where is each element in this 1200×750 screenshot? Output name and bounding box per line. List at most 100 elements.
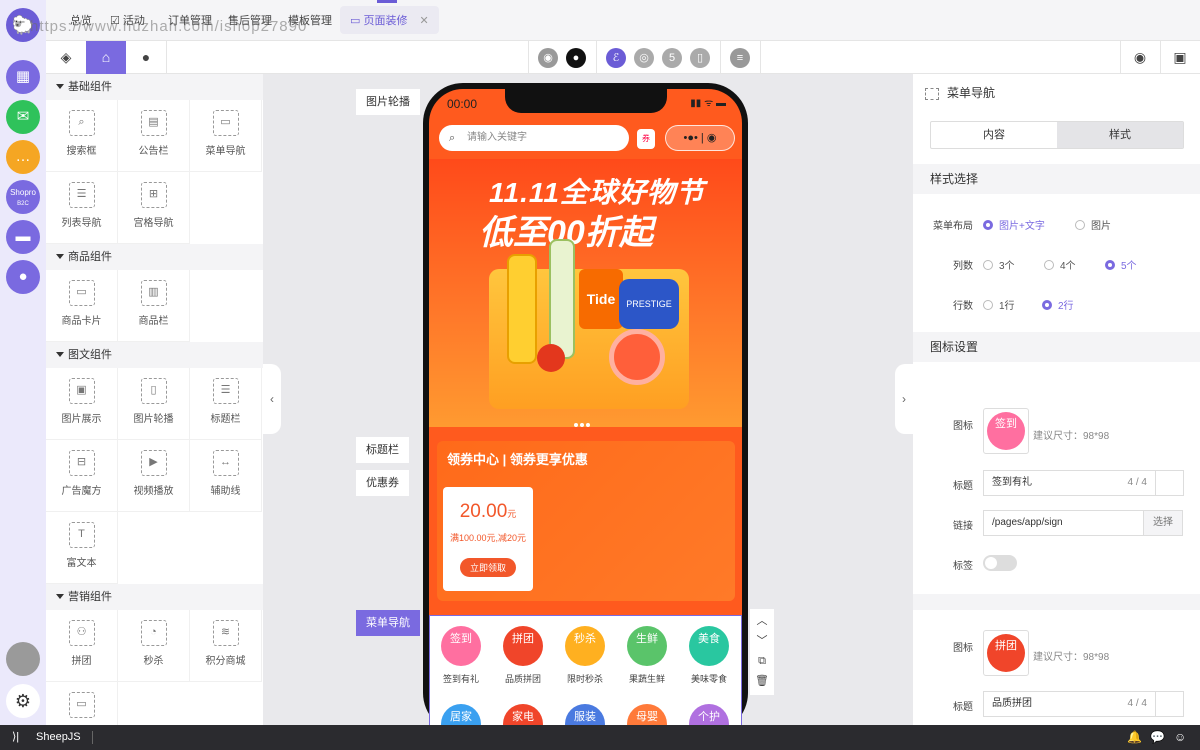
user-icon[interactable]: ● <box>6 260 40 294</box>
comp-ad-cube[interactable]: ⊟ 广告魔方 <box>46 440 118 512</box>
menu-icon[interactable]: ≡ <box>730 48 750 68</box>
tomato-image <box>537 344 565 372</box>
tag-toggle[interactable] <box>983 555 1017 571</box>
coupon-icon[interactable]: 券 <box>637 129 655 149</box>
comp-points-mall[interactable]: ≋ 积分商城 <box>190 610 262 682</box>
tab-page-decoration[interactable]: ▭ 页面装修 ✕ <box>340 6 439 34</box>
component-panel: 基础组件 ⌕ 搜索框 ▤ 公告栏 ▭ 菜单导航 ☰ 列表导航 ⊞ 宫格导航 商品组件 ▭ 商… <box>46 74 263 725</box>
size-hint: 建议尺寸：98*98 <box>1033 652 1110 663</box>
comp-grid-nav[interactable]: ⊞ 宫格导航 <box>118 172 190 244</box>
menu-item[interactable]: 拼团 品质拼团 <box>498 626 548 685</box>
tag-menu[interactable]: 菜单导航 <box>356 610 420 636</box>
comp-title-bar[interactable]: ☰ 标题栏 <box>190 368 262 440</box>
banner[interactable]: 11.11全球好物节 低至00折起 Tide PRESTIGE <box>429 159 742 427</box>
icon-upload[interactable]: 签到 <box>983 408 1029 454</box>
chat-icon[interactable]: … <box>6 140 40 174</box>
avatar[interactable] <box>6 642 40 676</box>
comp-list-nav[interactable]: ☰ 列表导航 <box>46 172 118 244</box>
trash-icon[interactable]: 🗑 <box>750 671 774 691</box>
copy-icon[interactable]: ⧉ <box>750 651 774 671</box>
group-goods[interactable]: 商品组件 <box>46 244 263 270</box>
apps-icon[interactable]: ▦ <box>6 60 40 94</box>
gear-icon[interactable]: ⚙ <box>6 684 40 718</box>
comp-coupon[interactable]: ▭ <box>46 682 118 725</box>
move-down-icon[interactable]: ﹀ <box>750 631 774 651</box>
comp-image[interactable]: ▣ 图片展示 <box>46 368 118 440</box>
android-icon[interactable]: ◉ <box>538 48 558 68</box>
status-icons: ▮▮ ᯤ ▬ <box>690 98 726 109</box>
apple-icon[interactable]: ● <box>566 48 586 68</box>
comp-groupon[interactable]: ⚇ 拼团 <box>46 610 118 682</box>
mobile-icon[interactable]: ▯ <box>690 48 710 68</box>
layout-option-imgtext[interactable]: 图片+文字 <box>983 217 1045 232</box>
cols-option-5[interactable]: 5个 <box>1105 257 1137 272</box>
select-button[interactable]: 选择 <box>1143 510 1183 536</box>
comp-menu-nav[interactable]: ▭ 菜单导航 <box>190 100 262 172</box>
rows-option-1[interactable]: 1行 <box>983 297 1015 312</box>
move-up-icon[interactable]: ︿ <box>750 611 774 631</box>
bell-icon[interactable]: 🔔 <box>1127 725 1142 750</box>
miniprogram-icon[interactable]: ℰ <box>606 48 626 68</box>
comp-notice[interactable]: ▤ 公告栏 <box>118 100 190 172</box>
claim-button[interactable]: 立即领取 <box>459 558 516 577</box>
group-basic[interactable]: 基础组件 <box>46 74 263 100</box>
search-icon: ⌕ <box>449 132 456 144</box>
cols-option-4[interactable]: 4个 <box>1044 257 1076 272</box>
tag-title[interactable]: 标题栏 <box>356 437 409 463</box>
link-field[interactable]: /pages/app/sign <box>983 510 1144 536</box>
coupon-card[interactable]: 20.00元 满100.00元,减20元 立即领取 <box>443 487 533 591</box>
rows-option-2[interactable]: 2行 <box>1042 297 1074 312</box>
layout-option-img[interactable]: 图片 <box>1075 217 1111 232</box>
miniprogram-capsule[interactable]: •●• | ◉ <box>665 125 735 151</box>
menu-item[interactable]: 秒杀 限时秒杀 <box>560 626 610 685</box>
title-field[interactable]: 品质拼团 4 / 4 <box>983 691 1184 717</box>
chevron-right-icon[interactable]: › <box>895 364 913 434</box>
layers-icon[interactable]: ◈ <box>46 41 86 74</box>
group-marketing[interactable]: 营销组件 <box>46 584 263 610</box>
folder-icon[interactable]: ▬ <box>6 220 40 254</box>
title-label: 标题 <box>953 702 973 713</box>
group-media[interactable]: 图文组件 <box>46 342 263 368</box>
icon-upload[interactable]: 拼团 <box>983 630 1029 676</box>
search-input[interactable]: ⌕ 请输入关键字 <box>439 125 629 151</box>
title-field[interactable]: 签到有礼 4 / 4 <box>983 470 1184 496</box>
video-icon: ▶ <box>140 450 167 476</box>
menu-item[interactable]: 美食 美味零食 <box>684 626 734 685</box>
wechat-mp-icon[interactable]: ◎ <box>634 48 654 68</box>
eye-icon[interactable]: ◉ <box>1120 41 1160 74</box>
save-icon[interactable]: ▣ <box>1160 41 1200 74</box>
menu-item[interactable]: 生鲜 果蔬生鲜 <box>622 626 672 685</box>
cube-icon: ⊟ <box>68 450 95 476</box>
wechat-icon[interactable]: ✉ <box>6 100 40 134</box>
comp-carousel[interactable]: ▯ 图片轮播 <box>118 368 190 440</box>
comp-search[interactable]: ⌕ 搜索框 <box>46 100 118 172</box>
comp-richtext[interactable]: T 富文本 <box>46 512 118 584</box>
coupon-title: 领券中心 | 领券更享优惠 <box>447 452 588 467</box>
comp-goods-card[interactable]: ▭ 商品卡片 <box>46 270 118 342</box>
terminal-icon[interactable]: ⟩| <box>12 725 19 750</box>
tab-content[interactable]: 内容 <box>931 122 1057 148</box>
h5-icon[interactable]: 5 <box>662 48 682 68</box>
menu-item[interactable]: 签到 签到有礼 <box>436 626 486 685</box>
page-icon: ▭ <box>350 15 364 27</box>
comp-goods-bar[interactable]: ▥ 商品栏 <box>118 270 190 342</box>
cols-option-3[interactable]: 3个 <box>983 257 1015 272</box>
chat-icon[interactable]: 💬 <box>1150 725 1165 750</box>
emoji-icon[interactable]: ☺ <box>1174 725 1186 750</box>
person-icon[interactable]: ● <box>126 41 166 74</box>
tab-style[interactable]: 样式 <box>1057 122 1183 148</box>
icon-label: 图标 <box>953 643 973 654</box>
close-icon[interactable]: ✕ <box>419 15 428 27</box>
chevron-left-icon[interactable]: ‹ <box>263 364 281 434</box>
menu-nav-preview[interactable]: 签到 签到有礼 拼团 品质拼团 秒杀 限时秒杀 生鲜 果蔬生鲜 美食 美味零食 … <box>429 615 742 729</box>
tea-bottle-image <box>549 239 575 359</box>
comp-divider[interactable]: ↔ 辅助线 <box>190 440 262 512</box>
shopro-icon[interactable]: Shopro B2C <box>6 180 40 214</box>
app-name: SheepJS <box>36 731 81 743</box>
tag-banner[interactable]: 图片轮播 <box>356 89 420 115</box>
comp-seckill[interactable]: ◔ 秒杀 <box>118 610 190 682</box>
comp-video[interactable]: ▶ 视频播放 <box>118 440 190 512</box>
divider-icon: ↔ <box>212 450 239 476</box>
tag-coupon[interactable]: 优惠券 <box>356 470 409 496</box>
home-icon[interactable]: ⌂ <box>86 41 126 74</box>
